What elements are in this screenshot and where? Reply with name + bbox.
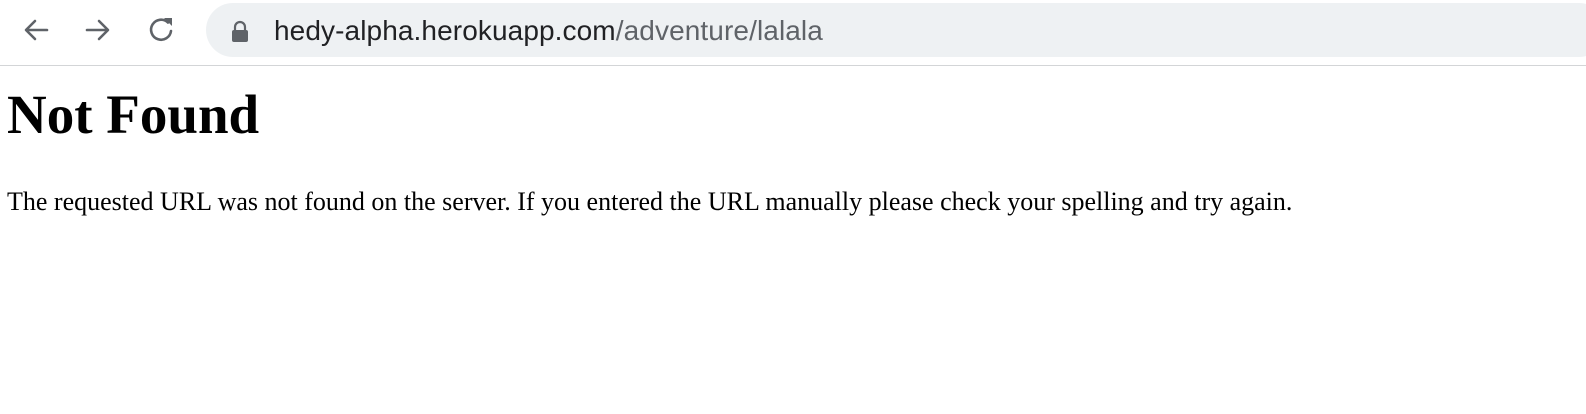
error-message: The requested URL was not found on the s… xyxy=(7,187,1293,216)
reload-icon xyxy=(149,18,173,41)
back-button[interactable] xyxy=(14,10,58,50)
page-title: Not Found xyxy=(7,84,260,145)
page-content: Not Found The requested URL was not foun… xyxy=(7,66,1567,218)
arrow-left-icon xyxy=(24,19,49,41)
arrow-right-icon xyxy=(85,19,110,41)
lock-icon[interactable] xyxy=(230,20,250,44)
address-bar[interactable]: hedy-alpha.herokuapp.com/adventure/lalal… xyxy=(206,3,1586,57)
browser-toolbar: hedy-alpha.herokuapp.com/adventure/lalal… xyxy=(0,0,1586,66)
reload-button[interactable] xyxy=(140,10,184,50)
url-host: hedy-alpha.herokuapp.com xyxy=(274,15,616,46)
url-path: /adventure/lalala xyxy=(615,15,823,46)
url-text[interactable]: hedy-alpha.herokuapp.com/adventure/lalal… xyxy=(274,15,823,47)
forward-button[interactable] xyxy=(76,10,120,50)
